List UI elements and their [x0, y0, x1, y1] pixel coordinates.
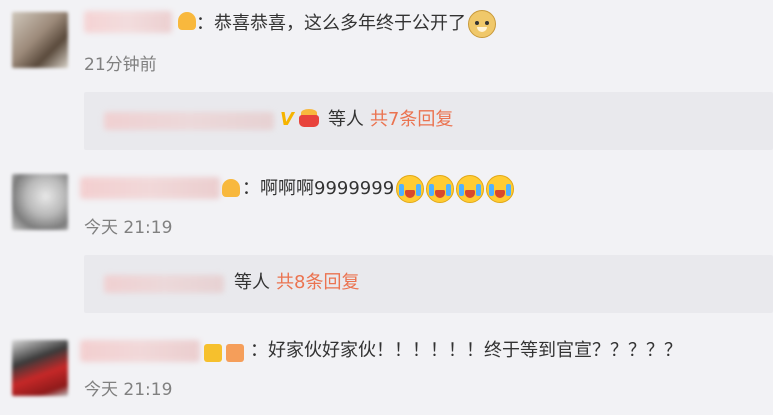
reply-suffix: 等人 [234, 272, 270, 293]
comment-text: ：恭喜恭喜，这么多年终于公开了 [196, 10, 496, 38]
reply-summary-text: V 等人 共7条回复 [280, 108, 453, 132]
doge-icon [468, 10, 496, 38]
crown-icon [298, 109, 320, 127]
comment-timestamp: 今天 21:19 [84, 380, 173, 400]
member-badge-icon [222, 179, 240, 197]
reply-count-link[interactable]: 共7条回复 [370, 109, 453, 130]
username[interactable] [84, 11, 172, 33]
avatar[interactable] [12, 340, 68, 396]
crying-face-icon [486, 175, 515, 203]
comment-item: ：好家伙好家伙！！！！！！终于等到官宣？？？？？ 今天 21:19 [0, 330, 773, 415]
comment-timestamp: 今天 21:19 [84, 218, 173, 238]
verified-v-icon: V [280, 109, 294, 130]
member-badge-icon [204, 344, 222, 362]
crying-face-icon [426, 175, 455, 203]
reply-summary-text: 等人 共8条回复 [234, 271, 359, 295]
comment-text: ：啊啊啊9999999 [242, 175, 515, 203]
username[interactable] [80, 177, 220, 199]
comment-text: ：好家伙好家伙！！！！！！终于等到官宣？？？？？ [250, 340, 682, 361]
reply-count-link[interactable]: 共8条回复 [276, 272, 359, 293]
reply-summary[interactable]: 等人 共8条回复 [84, 255, 773, 313]
avatar[interactable] [12, 174, 68, 230]
crying-face-icon [456, 175, 485, 203]
comment-item: ：啊啊啊9999999 今天 21:19 等人 共8条回复 [0, 165, 773, 313]
avatar[interactable] [12, 12, 68, 68]
reply-summary[interactable]: V 等人 共7条回复 [84, 92, 773, 150]
reply-usernames [104, 112, 274, 130]
member-badge-icon [178, 12, 196, 30]
reply-usernames [104, 275, 224, 293]
comment-item: ：恭喜恭喜，这么多年终于公开了 21分钟前 V 等人 共7条回复 [0, 0, 773, 150]
member-badge-icon [226, 344, 244, 362]
reply-suffix: 等人 [327, 109, 364, 130]
crying-face-icon [396, 175, 425, 203]
comment-timestamp: 21分钟前 [84, 55, 157, 75]
username[interactable] [80, 340, 200, 362]
